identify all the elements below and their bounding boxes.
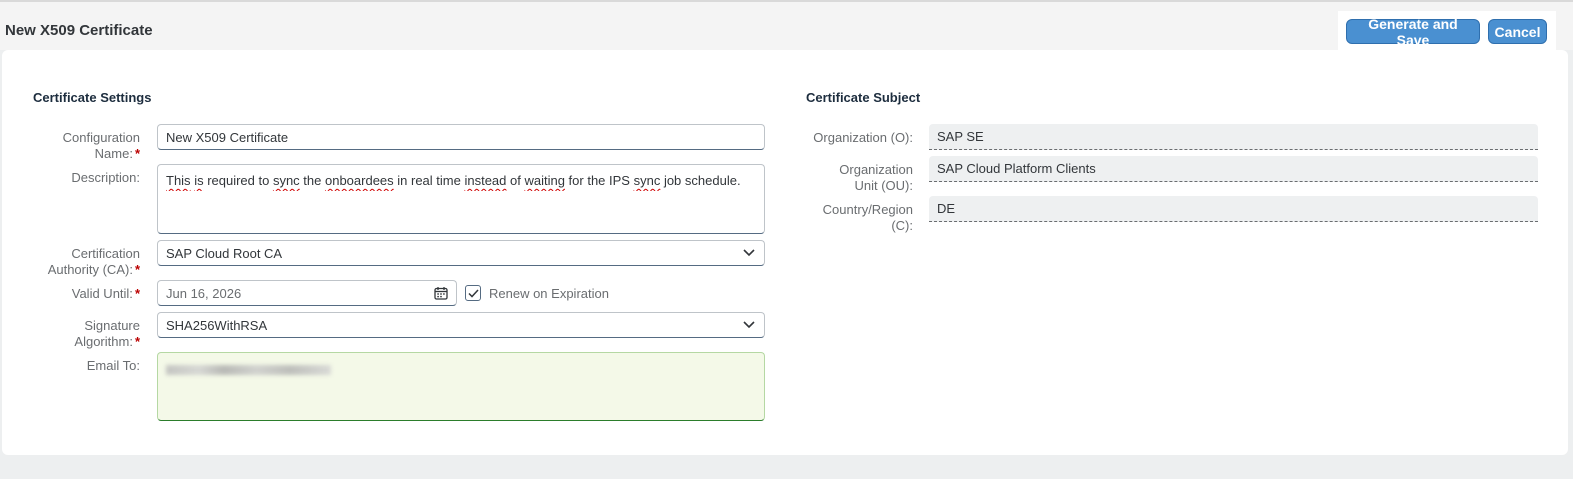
country-region-label: Country/Region (C):: [822, 202, 913, 233]
chevron-down-icon: [742, 318, 756, 332]
email-to-input[interactable]: [157, 352, 765, 421]
description-text: This is required to sync the onboardees …: [166, 173, 741, 188]
valid-until-datepicker[interactable]: Jun 16, 2026: [157, 280, 457, 306]
config-name-label: Configuration Name: *: [62, 130, 140, 161]
required-marker: *: [134, 286, 140, 301]
redacted-email: [166, 365, 331, 375]
valid-until-label: Valid Until: *: [71, 286, 140, 301]
required-marker: *: [134, 334, 140, 349]
checkmark-icon: [467, 288, 479, 298]
certificate-settings-title: Certificate Settings: [33, 90, 152, 105]
description-textarea[interactable]: This is required to sync the onboardees …: [157, 164, 765, 234]
required-marker: *: [134, 146, 140, 161]
required-marker: *: [134, 262, 140, 277]
chevron-down-icon: [742, 246, 756, 260]
signature-algorithm-label: Signature Algorithm: *: [74, 318, 140, 349]
ca-select[interactable]: SAP Cloud Root CA: [157, 240, 765, 266]
generate-and-save-button[interactable]: Generate and Save: [1346, 16, 1480, 48]
header-actions: Generate and Save Cancel: [1338, 11, 1556, 51]
certificate-subject-title: Certificate Subject: [806, 90, 921, 105]
country-region-value: DE: [929, 196, 1538, 222]
calendar-icon[interactable]: [434, 286, 448, 300]
organization-value: SAP SE: [929, 124, 1538, 150]
page-title: New X509 Certificate: [5, 22, 153, 39]
organization-unit-label: Organization Unit (OU):: [839, 162, 913, 193]
description-label: Description:: [71, 170, 140, 185]
form-panel: Certificate Settings Configuration Name:…: [2, 50, 1568, 455]
signature-algorithm-select[interactable]: SHA256WithRSA: [157, 312, 765, 338]
renew-on-expiration-checkbox[interactable]: [465, 285, 481, 301]
organization-label: Organization (O):: [813, 130, 913, 145]
organization-unit-value: SAP Cloud Platform Clients: [929, 156, 1538, 182]
config-name-input[interactable]: New X509 Certificate: [157, 124, 765, 150]
cancel-button[interactable]: Cancel: [1488, 19, 1547, 44]
page-header: New X509 Certificate Generate and Save C…: [0, 2, 1573, 51]
renew-on-expiration-label[interactable]: Renew on Expiration: [489, 286, 609, 301]
ca-label: Certification Authority (CA): *: [47, 246, 140, 277]
email-to-label: Email To:: [86, 358, 140, 373]
